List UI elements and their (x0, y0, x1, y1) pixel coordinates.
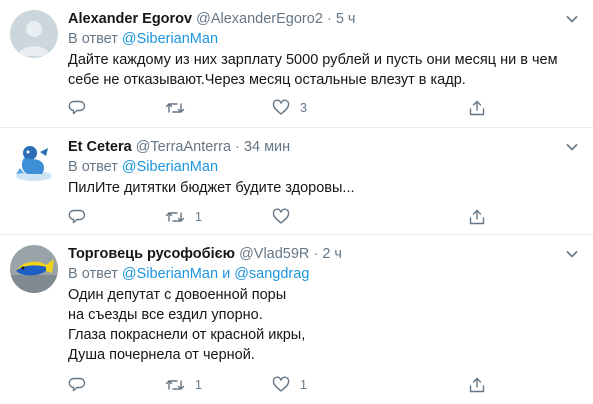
retweet-icon (165, 208, 185, 226)
like-button[interactable]: 3 (272, 98, 307, 118)
display-name[interactable]: Alexander Egorov (68, 11, 192, 27)
avatar[interactable] (10, 10, 58, 58)
mention-link[interactable]: @SiberianMan (122, 31, 218, 47)
reply-icon (68, 376, 86, 394)
reply-button[interactable] (68, 98, 96, 118)
text-line: ПилИте дитятки бюджет будите здоровы... (68, 180, 355, 196)
retweet-icon (165, 99, 185, 117)
share-icon (468, 208, 486, 226)
tweet-header: Торговець русофобією @Vlad59R · 2 ч (68, 245, 579, 263)
display-name[interactable]: Торговець русофобією (68, 246, 235, 262)
reply-prefix: В ответ (68, 266, 118, 282)
timestamp[interactable]: 5 ч (336, 11, 356, 27)
reply-icon (68, 99, 86, 117)
text-line: Дайте каждому из них зарплату 5000 рубле… (68, 52, 558, 68)
mention-conjunction: и (222, 266, 231, 282)
tweet-text: Дайте каждому из них зарплату 5000 рубле… (68, 50, 579, 90)
timestamp[interactable]: 2 ч (322, 246, 342, 262)
avatar[interactable] (10, 138, 58, 186)
user-handle[interactable]: @TerraAnterra (136, 139, 231, 155)
share-icon (468, 376, 486, 394)
mention-link[interactable]: @sangdrag (234, 266, 309, 282)
text-line: Один депутат с довоенной поры (68, 287, 287, 303)
user-handle[interactable]: @Vlad59R (239, 246, 309, 262)
share-button[interactable] (468, 375, 486, 395)
tweet-text: ПилИте дитятки бюджет будите здоровы... (68, 178, 579, 198)
separator: · (326, 11, 332, 27)
retweet-count: 1 (195, 210, 202, 224)
action-bar: 1 1 (68, 375, 498, 395)
tweet-header: Et Cetera @TerraAnterra · 34 мин (68, 138, 579, 156)
like-icon (272, 208, 290, 226)
separator: · (313, 246, 319, 262)
reply-context: В ответ @SiberianMan (68, 30, 579, 49)
share-icon (468, 99, 486, 117)
text-line: на съезды все ездил упорно. (68, 307, 263, 323)
mention-link[interactable]: @SiberianMan (122, 159, 218, 175)
retweet-button[interactable]: 1 (165, 207, 202, 227)
user-handle[interactable]: @AlexanderEgoro2 (196, 11, 323, 27)
reply-context: В ответ @SiberianMan и @sangdrag (68, 265, 579, 284)
tweet-header: Alexander Egorov @AlexanderEgoro2 · 5 ч (68, 10, 579, 28)
reply-prefix: В ответ (68, 159, 118, 175)
like-button[interactable] (272, 207, 300, 227)
tweet[interactable]: Alexander Egorov @AlexanderEgoro2 · 5 ч … (0, 0, 593, 128)
retweet-icon (165, 376, 185, 394)
reply-button[interactable] (68, 207, 96, 227)
tweet[interactable]: Et Cetera @TerraAnterra · 34 мин В ответ… (0, 128, 593, 235)
timestamp[interactable]: 34 мин (244, 139, 290, 155)
action-bar: 1 (68, 207, 498, 227)
text-line: Глаза покраснели от красной икры, (68, 327, 306, 343)
share-button[interactable] (468, 98, 486, 118)
retweet-button[interactable] (165, 98, 195, 118)
retweet-button[interactable]: 1 (165, 375, 202, 395)
action-bar: 3 (68, 98, 498, 118)
tweet[interactable]: Торговець русофобією @Vlad59R · 2 ч В от… (0, 235, 593, 404)
like-icon (272, 376, 290, 394)
display-name[interactable]: Et Cetera (68, 139, 132, 155)
tweet-text: Один депутат с довоенной поры на съезды … (68, 285, 579, 365)
retweet-count: 1 (195, 378, 202, 392)
reply-icon (68, 208, 86, 226)
reply-context: В ответ @SiberianMan (68, 158, 579, 177)
like-count: 1 (300, 378, 307, 392)
reply-button[interactable] (68, 375, 96, 395)
mention-link[interactable]: @SiberianMan (122, 266, 218, 282)
like-button[interactable]: 1 (272, 375, 307, 395)
share-button[interactable] (468, 207, 486, 227)
text-line: себе не отказывают.Через месяц остальные… (68, 72, 466, 88)
like-count: 3 (300, 101, 307, 115)
avatar[interactable] (10, 245, 58, 293)
reply-prefix: В ответ (68, 31, 118, 47)
like-icon (272, 99, 290, 117)
text-line: Душа почернела от черной. (68, 347, 255, 363)
separator: · (235, 139, 240, 155)
